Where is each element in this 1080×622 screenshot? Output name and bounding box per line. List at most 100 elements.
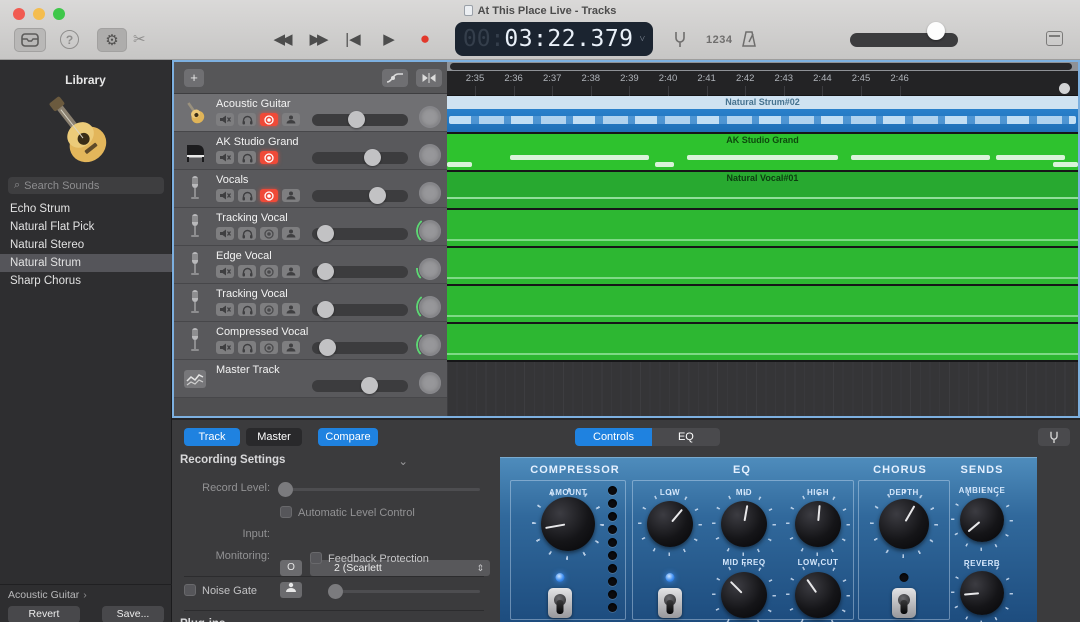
midi-region-ak-studio-grand[interactable]: AK Studio Grand [447, 134, 1078, 172]
noise-gate-slider[interactable] [330, 590, 480, 593]
go-to-beginning-button[interactable]: |◀ [342, 30, 364, 48]
feedback-checkbox[interactable] [310, 552, 322, 564]
track-volume-slider[interactable] [312, 228, 408, 240]
input-monitoring-button[interactable] [282, 113, 300, 126]
volume-thumb[interactable] [361, 377, 378, 394]
volume-slider-thumb[interactable] [927, 22, 945, 40]
tab-track[interactable]: Track [184, 428, 240, 446]
ambience-knob[interactable] [960, 498, 1004, 542]
pan-knob[interactable] [419, 106, 441, 128]
tab-eq[interactable]: EQ [652, 428, 720, 446]
power-switch[interactable] [548, 588, 572, 618]
tab-controls[interactable]: Controls [575, 428, 652, 446]
track-volume-slider[interactable] [312, 190, 408, 202]
mute-button[interactable] [216, 227, 234, 240]
record-enable-button[interactable] [260, 189, 278, 202]
record-enable-button[interactable] [260, 151, 278, 164]
library-sound-item[interactable]: Natural Flat Pick [0, 218, 172, 236]
input-monitoring-button[interactable] [282, 265, 300, 278]
audio-region-vocal[interactable] [447, 210, 1078, 248]
power-switch[interactable] [892, 588, 916, 618]
pan-knob[interactable] [419, 182, 441, 204]
pan-knob[interactable] [419, 144, 441, 166]
track-volume-slider[interactable] [312, 304, 408, 316]
volume-thumb[interactable] [364, 149, 381, 166]
settings-button[interactable]: ⚙ [97, 28, 127, 52]
horizontal-scrollbar[interactable] [450, 63, 1072, 70]
track-volume-slider[interactable] [312, 342, 408, 354]
track-header[interactable]: Compressed Vocal [174, 322, 447, 360]
display-mode-button[interactable] [1046, 31, 1063, 46]
lcd-mode-chevron-icon[interactable]: ˅ [640, 34, 646, 45]
time-ruler[interactable]: 2:352:362:372:382:392:402:412:422:432:44… [447, 71, 1078, 96]
input-monitoring-button[interactable] [282, 227, 300, 240]
track-volume-slider[interactable] [312, 380, 408, 392]
tuner-panel-button[interactable] [1038, 428, 1070, 446]
tab-compare[interactable]: Compare [318, 428, 378, 446]
solo-button[interactable] [238, 189, 256, 202]
audio-region-vocal[interactable] [447, 286, 1078, 324]
auto-level-checkbox[interactable] [280, 506, 292, 518]
search-input[interactable]: ⌕ Search Sounds [8, 177, 164, 194]
volume-thumb[interactable] [317, 225, 334, 242]
library-sound-item[interactable]: Natural Stereo [0, 236, 172, 254]
input-monitoring-button[interactable] [282, 341, 300, 354]
depth-knob[interactable] [879, 499, 929, 549]
volume-thumb[interactable] [317, 263, 334, 280]
count-in-button[interactable]: 1234 [706, 34, 732, 46]
audio-region-natural-vocal[interactable]: Natural Vocal#01 [447, 172, 1078, 210]
input-monitoring-button[interactable] [282, 303, 300, 316]
track-volume-slider[interactable] [312, 152, 408, 164]
track-volume-slider[interactable] [312, 266, 408, 278]
solo-button[interactable] [238, 341, 256, 354]
solo-button[interactable] [238, 303, 256, 316]
volume-thumb[interactable] [369, 187, 386, 204]
record-enable-button[interactable] [260, 341, 278, 354]
mute-button[interactable] [216, 189, 234, 202]
record-enable-button[interactable] [260, 303, 278, 316]
track-header[interactable]: Vocals [174, 170, 447, 208]
zoom-slider[interactable] [1059, 83, 1070, 94]
add-track-button[interactable]: + [184, 69, 204, 87]
master-volume-slider[interactable] [850, 33, 958, 47]
library-sound-item[interactable]: Sharp Chorus [0, 272, 172, 290]
audio-region-vocal[interactable] [447, 248, 1078, 286]
mute-button[interactable] [216, 151, 234, 164]
metronome-button[interactable] [740, 30, 758, 53]
fast-forward-button[interactable]: ▶▶ [306, 30, 328, 48]
monitoring-button[interactable] [280, 582, 302, 598]
pan-knob[interactable] [419, 334, 441, 356]
play-button[interactable]: ▶ [378, 30, 400, 48]
track-header[interactable]: Tracking Vocal [174, 284, 447, 322]
pan-knob[interactable] [419, 258, 441, 280]
tab-master[interactable]: Master [246, 428, 302, 446]
lcd-time-display[interactable]: 00: 03:22.379 ˅ [455, 22, 653, 56]
input-monitoring-button[interactable] [282, 189, 300, 202]
track-header[interactable]: Acoustic Guitar [174, 94, 447, 132]
mid-knob[interactable] [721, 501, 767, 547]
track-header[interactable]: Edge Vocal [174, 246, 447, 284]
solo-button[interactable] [238, 265, 256, 278]
track-header[interactable]: Master Track [174, 360, 447, 398]
input-format-button[interactable]: O [280, 560, 302, 576]
low-cut-knob[interactable] [795, 572, 841, 618]
media-browser-button[interactable] [14, 28, 46, 52]
record-enable-button[interactable] [260, 265, 278, 278]
mute-button[interactable] [216, 113, 234, 126]
amount-knob[interactable] [541, 497, 595, 551]
record-enable-button[interactable] [260, 227, 278, 240]
solo-button[interactable] [238, 113, 256, 126]
solo-button[interactable] [238, 227, 256, 240]
library-sound-item[interactable]: Natural Strum [0, 254, 172, 272]
record-enable-button[interactable] [260, 113, 278, 126]
pan-knob[interactable] [419, 372, 441, 394]
record-level-slider[interactable] [280, 488, 480, 491]
tuner-button[interactable] [672, 30, 688, 53]
track-header[interactable]: Tracking Vocal [174, 208, 447, 246]
noise-gate-checkbox[interactable] [184, 584, 196, 596]
low-knob[interactable] [647, 501, 693, 547]
volume-thumb[interactable] [317, 301, 334, 318]
cut-tool-button[interactable]: ✂ [133, 30, 146, 48]
solo-button[interactable] [238, 151, 256, 164]
audio-region-vocal[interactable] [447, 324, 1078, 362]
